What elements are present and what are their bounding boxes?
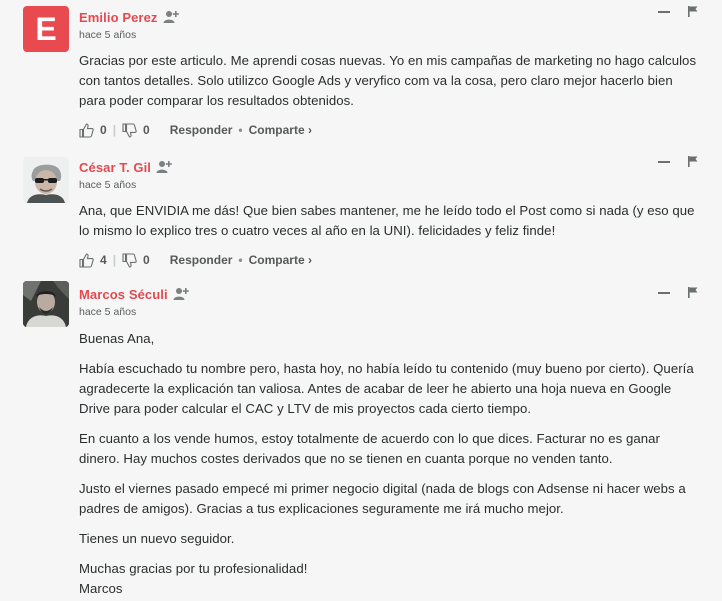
follow-user-icon[interactable] <box>163 10 179 24</box>
downvote-button[interactable]: 0 <box>122 252 150 268</box>
upvote-count: 0 <box>100 123 107 137</box>
thumbs-down-icon <box>122 122 137 138</box>
avatar[interactable] <box>23 281 69 327</box>
comment-signature: Marcos <box>79 581 123 596</box>
collapse-icon[interactable] <box>658 10 670 13</box>
comment-actions: 4 | 0 Responder • Comparte › <box>79 250 698 270</box>
avatar[interactable] <box>23 157 69 203</box>
reply-button[interactable]: Responder <box>170 253 233 267</box>
comment-author[interactable]: César T. Gil <box>79 160 151 175</box>
comment-paragraph: Justo el viernes pasado empecé mi primer… <box>79 481 686 516</box>
separator-dot: • <box>238 253 243 267</box>
separator-dot: • <box>238 123 243 137</box>
flag-icon[interactable] <box>688 6 698 17</box>
comment-timestamp[interactable]: hace 5 años <box>79 28 698 42</box>
comment-paragraph: Tienes un nuevo seguidor. <box>79 531 235 546</box>
comment-timestamp[interactable]: hace 5 años <box>79 305 698 319</box>
comment: César T. Gil hace 5 años Ana, que ENVIDI… <box>0 150 722 270</box>
comment-timestamp[interactable]: hace 5 años <box>79 178 698 192</box>
thumbs-up-icon <box>79 122 94 138</box>
comment-paragraph: En cuanto a los vende humos, estoy total… <box>79 431 660 466</box>
upvote-count: 4 <box>100 253 107 267</box>
avatar-image <box>23 157 69 203</box>
comment-paragraph: Ana, que ENVIDIA me dás! Que bien sabes … <box>79 203 695 238</box>
flag-icon[interactable] <box>688 287 698 298</box>
follow-user-icon[interactable] <box>173 287 189 301</box>
avatar[interactable]: E <box>23 6 69 52</box>
comment: E Emilio Perez hace 5 años Gracias por e… <box>0 0 722 140</box>
comment-paragraph: Buenas Ana, <box>79 331 155 346</box>
flag-icon[interactable] <box>688 156 698 167</box>
share-button[interactable]: Comparte › <box>249 123 312 137</box>
comment-paragraph: Gracias por este articulo. Me aprendi co… <box>79 53 697 108</box>
thumbs-up-icon <box>79 252 94 268</box>
thumbs-down-icon <box>122 252 137 268</box>
reply-button[interactable]: Responder <box>170 123 233 137</box>
downvote-count: 0 <box>143 253 150 267</box>
comment-actions: 0 | 0 Responder • Comparte › <box>79 120 698 140</box>
comment-body: Buenas Ana, Había escuchado tu nombre pe… <box>79 329 698 599</box>
upvote-button[interactable]: 4 <box>79 252 107 268</box>
upvote-button[interactable]: 0 <box>79 122 107 138</box>
downvote-count: 0 <box>143 123 150 137</box>
comment-body: Ana, que ENVIDIA me dás! Que bien sabes … <box>79 201 698 241</box>
comment-author[interactable]: Emilio Perez <box>79 10 158 25</box>
comment: Marcos Séculi hace 5 años Buenas Ana, Ha… <box>0 279 722 599</box>
share-button[interactable]: Comparte › <box>249 253 312 267</box>
comment-paragraph: Muchas gracias por tu profesionalidad! <box>79 561 308 576</box>
comment-body: Gracias por este articulo. Me aprendi co… <box>79 51 698 111</box>
downvote-button[interactable]: 0 <box>122 122 150 138</box>
follow-user-icon[interactable] <box>156 160 172 174</box>
comment-author[interactable]: Marcos Séculi <box>79 287 168 302</box>
collapse-icon[interactable] <box>658 160 670 163</box>
avatar-image <box>23 281 69 327</box>
comment-paragraph: Había escuchado tu nombre pero, hasta ho… <box>79 361 694 416</box>
collapse-icon[interactable] <box>658 291 670 294</box>
